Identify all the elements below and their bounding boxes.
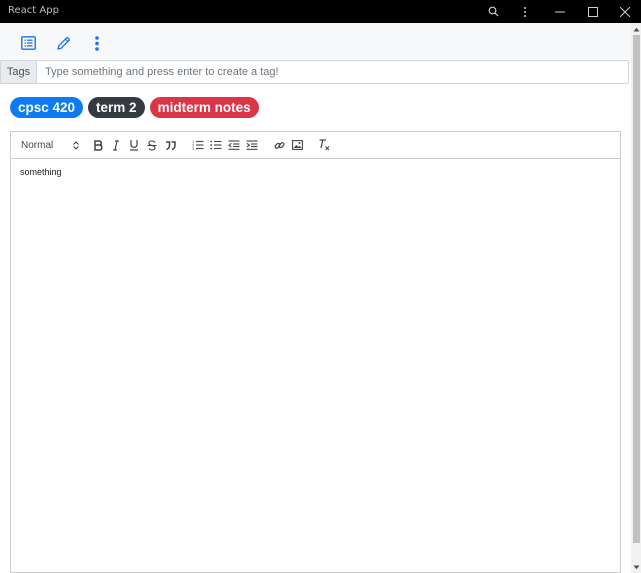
scroll-down-icon[interactable] <box>632 563 640 571</box>
select-arrows-icon <box>73 140 79 150</box>
close-icon[interactable] <box>608 0 641 23</box>
app-root: Tags cpsc 420 term 2 midterm notes Norma… <box>0 23 631 573</box>
tag-badge-midterm-notes[interactable]: midterm notes <box>149 97 259 118</box>
clear-format-icon[interactable] <box>317 138 331 152</box>
tags-label: Tags <box>1 61 37 83</box>
header-format-select[interactable]: Normal <box>21 137 79 153</box>
tags-input[interactable] <box>37 61 628 83</box>
header-format-value: Normal <box>21 139 54 151</box>
svg-text:3: 3 <box>192 147 194 150</box>
ordered-list-icon[interactable]: 123 <box>191 138 205 152</box>
link-icon[interactable] <box>272 138 286 152</box>
minimize-icon[interactable] <box>543 0 577 23</box>
tag-badge-term-2[interactable]: term 2 <box>88 97 145 118</box>
indent-icon[interactable] <box>245 138 259 152</box>
underline-icon[interactable] <box>127 138 141 152</box>
maximize-icon[interactable] <box>576 0 610 23</box>
zoom-icon[interactable] <box>476 0 510 23</box>
editor-toolbar: Normal 123 <box>11 132 620 159</box>
editor-content[interactable]: something <box>20 167 62 177</box>
blockquote-icon[interactable] <box>163 138 177 152</box>
list-view-icon[interactable] <box>17 32 39 54</box>
more-vert-icon[interactable] <box>508 0 542 23</box>
tags-input-group: Tags <box>0 60 629 84</box>
vertical-scrollbar[interactable] <box>631 23 641 573</box>
scroll-up-icon[interactable] <box>632 25 640 33</box>
window-title: React App <box>8 5 59 16</box>
edit-pencil-icon[interactable] <box>52 32 74 54</box>
strike-icon[interactable] <box>145 138 159 152</box>
outdent-icon[interactable] <box>227 138 241 152</box>
tag-badge-cpsc-420[interactable]: cpsc 420 <box>10 97 84 118</box>
tag-badges: cpsc 420 term 2 midterm notes <box>10 97 259 118</box>
window-titlebar: React App <box>0 0 641 23</box>
bullet-list-icon[interactable] <box>209 138 223 152</box>
top-toolbar <box>0 23 631 59</box>
image-icon[interactable] <box>290 138 304 152</box>
bold-icon[interactable] <box>91 138 105 152</box>
scrollbar-thumb[interactable] <box>633 35 640 543</box>
rich-text-editor: Normal 123 something <box>10 131 621 573</box>
more-options-icon[interactable] <box>86 32 108 54</box>
italic-icon[interactable] <box>109 138 123 152</box>
